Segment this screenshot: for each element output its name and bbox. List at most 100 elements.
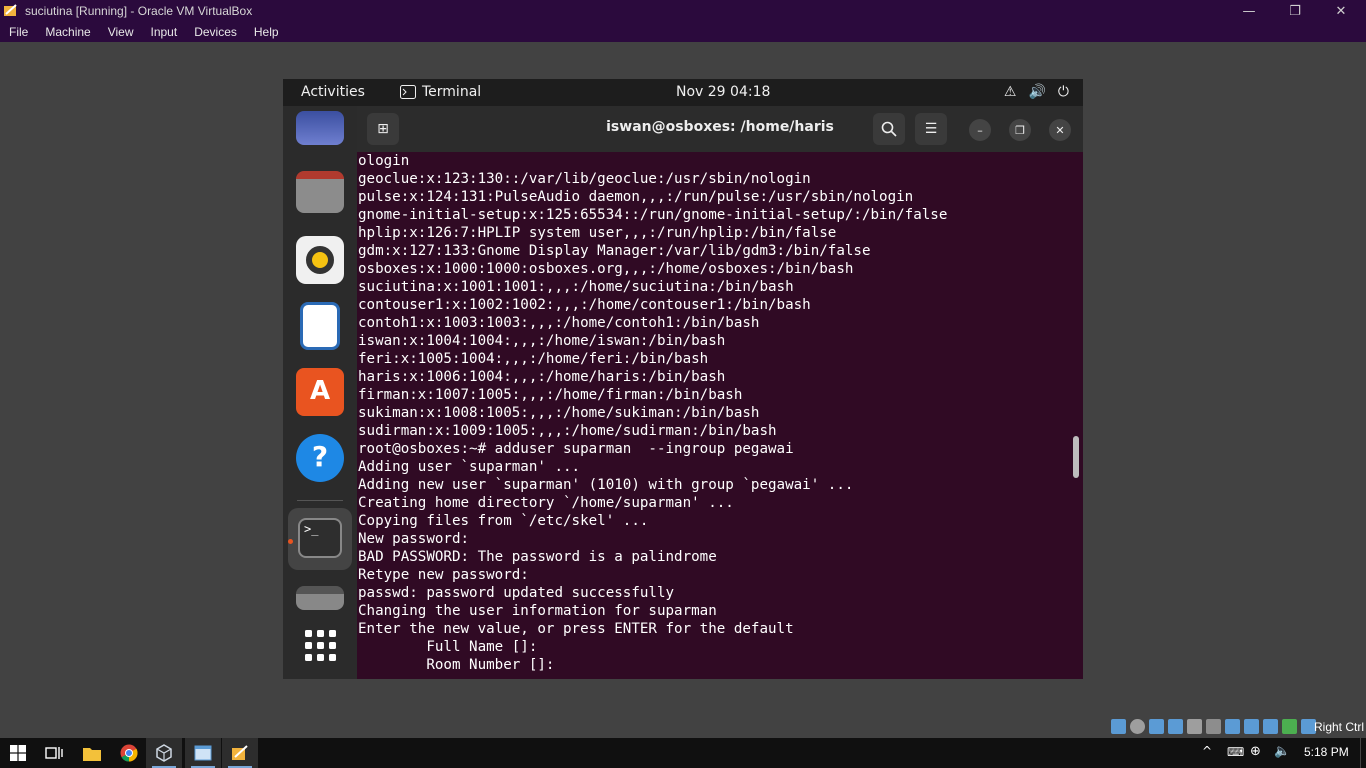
restore-button[interactable]: ❐ <box>1272 0 1318 22</box>
chevron-up-icon[interactable]: ^ <box>1202 744 1212 758</box>
recording-icon[interactable] <box>1244 719 1259 734</box>
hard-disk-icon[interactable] <box>1111 719 1126 734</box>
activities-button[interactable]: Activities <box>301 84 365 100</box>
dock-drive-icon[interactable] <box>296 586 344 610</box>
chrome-icon <box>120 744 138 762</box>
task-view-icon <box>45 747 63 759</box>
virtualization-icon[interactable] <box>1263 719 1278 734</box>
dock-files-icon[interactable] <box>296 171 344 213</box>
terminal-small-icon <box>400 85 416 99</box>
close-terminal-button[interactable]: ✕ <box>1049 119 1071 141</box>
search-icon <box>881 121 897 137</box>
terminal-output[interactable]: ologin geoclue:x:123:130::/var/lib/geoclu… <box>357 152 1083 679</box>
windows-logo-icon <box>10 745 26 761</box>
vbox-menubar: File Machine View Input Devices Help <box>0 22 1366 42</box>
shared-folder-icon[interactable] <box>1206 719 1221 734</box>
terminal-line: gdm:x:127:133:Gnome Display Manager:/var… <box>358 243 871 259</box>
search-button[interactable] <box>873 113 905 145</box>
terminal-line: iswan:x:1004:1004:,,,:/home/iswan:/bin/b… <box>358 333 726 349</box>
system-tray[interactable]: ⚠ 🔊 ⏻ <box>1004 84 1069 100</box>
virtualbox-manager-button[interactable] <box>146 738 182 768</box>
file-explorer-button[interactable] <box>74 738 110 768</box>
display-icon[interactable] <box>1225 719 1240 734</box>
minimize-icon: – <box>977 123 983 137</box>
maximize-icon: ❐ <box>1015 123 1025 137</box>
terminal-line: ologin <box>358 153 410 169</box>
virtualbox-running-button[interactable] <box>222 738 258 768</box>
show-apps-icon[interactable] <box>296 621 344 669</box>
minimize-button[interactable]: — <box>1226 0 1272 22</box>
terminal-line: pulse:x:124:131:PulseAudio daemon,,,:/ru… <box>358 189 914 205</box>
app-name: Terminal <box>422 84 482 100</box>
app-menu-terminal[interactable]: Terminal <box>400 84 481 100</box>
close-window-button[interactable]: ✕ <box>1318 0 1364 22</box>
menu-input[interactable]: Input <box>142 25 186 39</box>
terminal-line: root@osboxes:~# adduser suparman --ingro… <box>358 441 794 457</box>
terminal-scrollbar[interactable] <box>1073 436 1079 478</box>
terminal-line: Room Number []: <box>358 657 555 673</box>
terminal-line: sudirman:x:1009:1005:,,,:/home/sudirman:… <box>358 423 777 439</box>
minimize-terminal-button[interactable]: – <box>969 119 991 141</box>
terminal-line: Adding new user `suparman' (1010) with g… <box>358 477 854 493</box>
dock-software-icon[interactable]: A <box>296 368 344 416</box>
network-adapter-icon[interactable] <box>1168 719 1183 734</box>
taskbar-clock[interactable]: 5:18 PM <box>1304 745 1349 759</box>
dock-separator <box>297 500 343 501</box>
network-status-icon[interactable]: ⌨ <box>1227 745 1244 759</box>
terminal-line: passwd: password updated successfully <box>358 585 675 601</box>
terminal-line: haris:x:1006:1004:,,,:/home/haris:/bin/b… <box>358 369 726 385</box>
host-key-label: Right Ctrl <box>1313 720 1364 734</box>
menu-file[interactable]: File <box>0 25 36 39</box>
close-icon: ✕ <box>1055 123 1065 137</box>
maximize-terminal-button[interactable]: ❐ <box>1009 119 1031 141</box>
menu-machine[interactable]: Machine <box>36 25 98 39</box>
terminal-line: Adding user `suparman' ... <box>358 459 581 475</box>
dock: A ? >_ <box>283 106 357 679</box>
cube-icon <box>156 744 172 762</box>
network-icon: ⚠ <box>1003 84 1017 100</box>
close-icon: ✕ <box>1335 3 1347 19</box>
task-view-button[interactable] <box>36 738 72 768</box>
mouse-integration-icon[interactable] <box>1282 719 1297 734</box>
terminal-line: BAD PASSWORD: The password is a palindro… <box>358 549 717 565</box>
volume-icon: 🔊 <box>1028 84 1046 100</box>
dock-thunderbird-icon[interactable] <box>296 111 344 145</box>
vm-window-icon <box>194 745 212 761</box>
terminal-line: hplip:x:126:7:HPLIP system user,,,:/run/… <box>358 225 837 241</box>
terminal-line: Copying files from `/etc/skel' ... <box>358 513 649 529</box>
audio-icon[interactable] <box>1149 719 1164 734</box>
terminal-line: sukiman:x:1008:1005:,,,:/home/sukiman:/b… <box>358 405 760 421</box>
power-icon: ⏻ <box>1057 84 1069 100</box>
globe-icon[interactable]: ⊕ <box>1250 744 1261 759</box>
virtualbox-app-icon <box>4 4 17 16</box>
menu-button[interactable]: ☰ <box>915 113 947 145</box>
terminal-line: feri:x:1005:1004:,,,:/home/feri:/bin/bas… <box>358 351 709 367</box>
gnome-topbar: Activities Terminal Nov 29 04:18 ⚠ 🔊 ⏻ <box>283 79 1083 106</box>
terminal-line: firman:x:1007:1005:,,,:/home/firman:/bin… <box>358 387 743 403</box>
folder-icon <box>83 747 101 761</box>
menu-devices[interactable]: Devices <box>185 25 245 39</box>
dock-rhythmbox-icon[interactable] <box>296 236 344 284</box>
vbox-titlebar: suciutina [Running] - Oracle VM VirtualB… <box>0 0 1366 22</box>
dock-writer-icon[interactable] <box>300 302 340 350</box>
menu-view[interactable]: View <box>99 25 142 39</box>
menu-help[interactable]: Help <box>245 25 287 39</box>
show-desktop-button[interactable] <box>1360 738 1366 768</box>
virtualbox-vm-button[interactable] <box>185 738 221 768</box>
start-button[interactable] <box>0 738 36 768</box>
dock-help-icon[interactable]: ? <box>296 434 344 482</box>
optical-drive-icon[interactable] <box>1130 719 1145 734</box>
terminal-line: Retype new password: <box>358 567 529 583</box>
terminal-headerbar: ⊞ iswan@osboxes: /home/haris ☰ – ❐ ✕ <box>357 106 1083 152</box>
windows-taskbar: ^ ⌨ ⊕ 🔈 5:18 PM <box>0 738 1366 768</box>
dock-terminal-icon[interactable]: >_ <box>298 518 342 558</box>
vm-screen[interactable]: Activities Terminal Nov 29 04:18 ⚠ 🔊 ⏻ A… <box>283 79 1083 679</box>
terminal-line: Changing the user information for suparm… <box>358 603 717 619</box>
terminal-line: Creating home directory `/home/suparman'… <box>358 495 734 511</box>
terminal-line: Enter the new value, or press ENTER for … <box>358 621 794 637</box>
usb-icon[interactable] <box>1187 719 1202 734</box>
terminal-line: Full Name []: <box>358 639 538 655</box>
clock[interactable]: Nov 29 04:18 <box>676 84 770 100</box>
speaker-icon[interactable]: 🔈 <box>1274 744 1290 759</box>
chrome-button[interactable] <box>111 738 147 768</box>
